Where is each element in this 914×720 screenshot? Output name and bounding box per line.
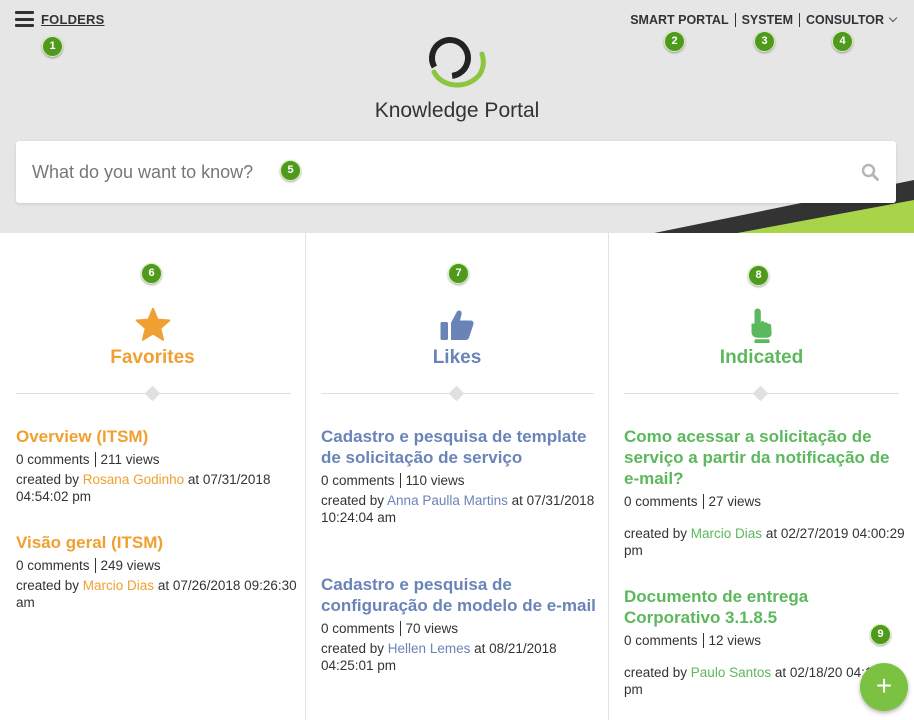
article-meta: 0 comments 27 views <box>624 494 909 509</box>
divider-diamond <box>752 385 769 402</box>
article-meta: 0 comments 70 views <box>321 621 606 636</box>
indicated-title: Indicated <box>719 347 804 368</box>
article-title-link[interactable]: Overview (ITSM) <box>16 426 301 447</box>
portal-logo-icon <box>429 37 486 88</box>
article-columns: Favorites Overview (ITSM) 0 comments 211 … <box>0 233 914 720</box>
nav-separator <box>734 13 736 27</box>
search-bar <box>16 141 896 203</box>
article-meta: 0 comments 211 views <box>16 452 301 467</box>
author-link[interactable]: Anna Paulla Martins <box>387 493 508 508</box>
comments-count: 0 comments <box>16 558 90 573</box>
annotation-badge: 2 <box>664 31 685 52</box>
nav-separator <box>798 13 800 27</box>
divider-diamond <box>144 385 161 402</box>
annotation-badge: 1 <box>42 36 63 57</box>
views-count: 27 views <box>708 494 762 509</box>
annotation-badge: 3 <box>754 31 775 52</box>
consultor-user-menu[interactable]: CONSULTOR <box>805 13 898 27</box>
views-count: 249 views <box>100 558 161 573</box>
annotation-badge: 7 <box>448 263 469 284</box>
hamburger-menu-icon <box>15 11 34 27</box>
folders-menu-button[interactable]: FOLDERS <box>15 11 105 27</box>
add-article-button[interactable]: + <box>860 663 908 711</box>
indicated-header: Indicated <box>609 307 914 369</box>
favorites-title: Favorites <box>110 347 195 368</box>
article-title-link[interactable]: Documento de entrega Corporativo 3.1.8.5 <box>624 586 909 628</box>
comments-count: 0 comments <box>321 621 395 636</box>
views-count: 211 views <box>100 452 160 467</box>
article-created-info: created by Rosana Godinho at 07/31/2018 … <box>16 471 301 505</box>
search-input[interactable] <box>16 161 816 183</box>
comments-count: 0 comments <box>624 633 698 648</box>
created-prefix: created by <box>624 665 691 680</box>
article-created-info: created by Anna Paulla Martins at 07/31/… <box>321 492 606 526</box>
portal-header: FOLDERS SMART PORTAL SYSTEM CONSULTOR Kn… <box>0 0 914 233</box>
created-prefix: created by <box>321 493 388 508</box>
consultor-label: CONSULTOR <box>805 13 884 27</box>
created-prefix: created by <box>624 526 691 541</box>
portal-title: Knowledge Portal <box>374 99 540 122</box>
article-meta: 0 comments 249 views <box>16 558 301 573</box>
article-created-info: created by Marcio Dias at 07/26/2018 09:… <box>16 577 301 611</box>
annotation-badge: 8 <box>748 265 769 286</box>
annotation-badge: 9 <box>870 624 891 645</box>
author-link[interactable]: Hellen Lemes <box>388 641 471 656</box>
likes-title: Likes <box>432 347 482 368</box>
created-prefix: created by <box>321 641 388 656</box>
indicated-column: Indicated Como acessar a solicitação de … <box>608 233 914 720</box>
likes-header: Likes <box>306 307 608 369</box>
pointing-hand-icon <box>751 308 772 343</box>
created-prefix: created by <box>16 578 83 593</box>
thumbs-up-icon <box>440 310 474 340</box>
article-title-link[interactable]: Cadastro e pesquisa de template de solic… <box>321 426 606 468</box>
article-created-info: created by Marcio Dias at 02/27/2019 04:… <box>624 525 909 559</box>
folders-label: FOLDERS <box>41 11 105 27</box>
divider-diamond <box>448 385 465 402</box>
created-prefix: created by <box>16 472 83 487</box>
article-title-link[interactable]: Cadastro e pesquisa de configuração de m… <box>321 574 606 616</box>
system-link[interactable]: SYSTEM <box>742 13 793 27</box>
article-meta: 0 comments 12 views <box>624 633 909 648</box>
views-count: 70 views <box>405 621 459 636</box>
favorites-column: Favorites Overview (ITSM) 0 comments 211 … <box>0 233 305 720</box>
article-title-link[interactable]: Visão geral (ITSM) <box>16 532 301 553</box>
favorite-article-item: Visão geral (ITSM) 0 comments 249 views c… <box>16 532 301 611</box>
star-icon <box>135 307 170 341</box>
author-link[interactable]: Marcio Dias <box>691 526 762 541</box>
article-meta: 0 comments 110 views <box>321 473 606 488</box>
article-title-link[interactable]: Como acessar a solicitação de serviço a … <box>624 426 909 489</box>
likes-column: Likes Cadastro e pesquisa de template de… <box>305 233 608 720</box>
smart-portal-link[interactable]: SMART PORTAL <box>630 13 728 27</box>
comments-count: 0 comments <box>16 452 90 467</box>
top-navigation: SMART PORTAL SYSTEM CONSULTOR <box>630 13 898 27</box>
author-link[interactable]: Paulo Santos <box>691 665 771 680</box>
search-icon[interactable] <box>861 163 879 181</box>
indicated-article-item: Como acessar a solicitação de serviço a … <box>624 426 909 559</box>
author-link[interactable]: Rosana Godinho <box>83 472 184 487</box>
favorite-article-item: Overview (ITSM) 0 comments 211 views crea… <box>16 426 301 505</box>
plus-icon: + <box>875 670 893 701</box>
annotation-badge: 4 <box>832 31 853 52</box>
annotation-badge: 6 <box>141 263 162 284</box>
favorites-header: Favorites <box>0 307 305 369</box>
article-created-info: created by Hellen Lemes at 08/21/2018 04… <box>321 640 606 674</box>
annotation-badge: 5 <box>280 160 301 181</box>
comments-count: 0 comments <box>321 473 395 488</box>
liked-article-item: Cadastro e pesquisa de template de solic… <box>321 426 606 526</box>
views-count: 110 views <box>405 473 465 488</box>
chevron-down-icon <box>888 13 898 23</box>
views-count: 12 views <box>708 633 762 648</box>
comments-count: 0 comments <box>624 494 698 509</box>
liked-article-item: Cadastro e pesquisa de configuração de m… <box>321 574 606 674</box>
author-link[interactable]: Marcio Dias <box>83 578 154 593</box>
knowledge-portal-page: FOLDERS SMART PORTAL SYSTEM CONSULTOR Kn… <box>0 0 914 720</box>
